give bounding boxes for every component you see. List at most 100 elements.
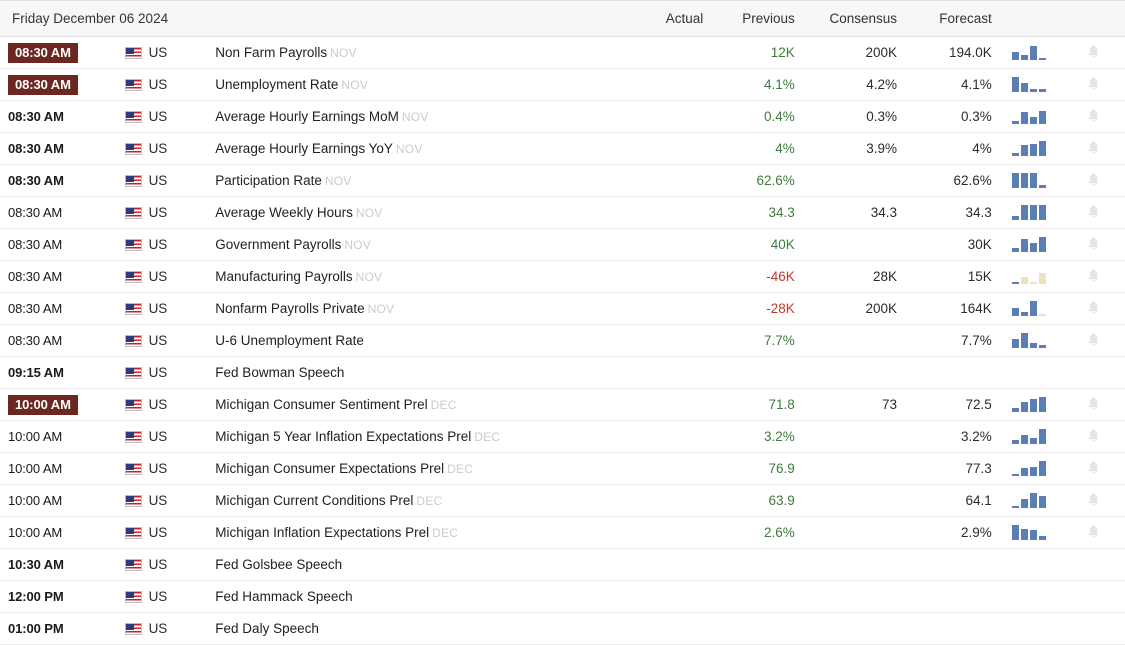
alert-cell[interactable] — [1063, 165, 1125, 197]
sparkline-cell[interactable] — [996, 517, 1063, 549]
alert-cell[interactable] — [1063, 37, 1125, 69]
event-name-cell[interactable]: Fed Daly Speech — [215, 613, 615, 645]
bell-icon[interactable] — [1087, 140, 1100, 155]
table-row[interactable]: 08:30 AMUSUnemployment RateNOV4.1%4.2%4.… — [0, 69, 1125, 101]
bell-icon[interactable] — [1087, 396, 1100, 411]
table-row[interactable]: 10:00 AMUSMichigan Current Conditions Pr… — [0, 485, 1125, 517]
sparkline-cell[interactable] — [996, 293, 1063, 325]
table-row[interactable]: 08:30 AMUSNonfarm Payrolls PrivateNOV-28… — [0, 293, 1125, 325]
column-header-consensus[interactable]: Consensus — [799, 1, 901, 37]
bell-icon[interactable] — [1087, 300, 1100, 315]
country-cell[interactable]: US — [121, 613, 216, 645]
sparkline-cell[interactable] — [996, 69, 1063, 101]
alert-cell[interactable] — [1063, 357, 1125, 389]
table-row[interactable]: 10:00 AMUSMichigan 5 Year Inflation Expe… — [0, 421, 1125, 453]
event-name-cell[interactable]: Government PayrollsNOV — [215, 229, 615, 261]
event-name-cell[interactable]: Non Farm PayrollsNOV — [215, 37, 615, 69]
country-cell[interactable]: US — [121, 197, 216, 229]
event-name-cell[interactable]: Michigan Inflation Expectations PrelDEC — [215, 517, 615, 549]
sparkline-cell[interactable] — [996, 613, 1063, 645]
event-name-cell[interactable]: Michigan Consumer Expectations PrelDEC — [215, 453, 615, 485]
table-row[interactable]: 08:30 AMUSAverage Hourly Earnings MoMNOV… — [0, 101, 1125, 133]
table-row[interactable]: 10:00 AMUSMichigan Inflation Expectation… — [0, 517, 1125, 549]
bell-icon[interactable] — [1087, 204, 1100, 219]
event-name-cell[interactable]: Average Hourly Earnings YoYNOV — [215, 133, 615, 165]
country-cell[interactable]: US — [121, 101, 216, 133]
sparkline-cell[interactable] — [996, 229, 1063, 261]
alert-cell[interactable] — [1063, 325, 1125, 357]
country-cell[interactable]: US — [121, 37, 216, 69]
event-name-cell[interactable]: Average Hourly Earnings MoMNOV — [215, 101, 615, 133]
alert-cell[interactable] — [1063, 293, 1125, 325]
country-cell[interactable]: US — [121, 69, 216, 101]
bell-icon[interactable] — [1087, 172, 1100, 187]
event-name-cell[interactable]: Michigan Current Conditions PrelDEC — [215, 485, 615, 517]
alert-cell[interactable] — [1063, 389, 1125, 421]
bell-icon[interactable] — [1087, 332, 1100, 347]
sparkline-cell[interactable] — [996, 485, 1063, 517]
country-cell[interactable]: US — [121, 133, 216, 165]
country-cell[interactable]: US — [121, 517, 216, 549]
country-cell[interactable]: US — [121, 389, 216, 421]
event-name-cell[interactable]: U-6 Unemployment Rate — [215, 325, 615, 357]
sparkline-cell[interactable] — [996, 165, 1063, 197]
country-cell[interactable]: US — [121, 229, 216, 261]
table-row[interactable]: 08:30 AMUSParticipation RateNOV62.6%62.6… — [0, 165, 1125, 197]
bell-icon[interactable] — [1087, 524, 1100, 539]
sparkline-cell[interactable] — [996, 101, 1063, 133]
bell-icon[interactable] — [1087, 108, 1100, 123]
alert-cell[interactable] — [1063, 197, 1125, 229]
table-row[interactable]: 10:30 AMUSFed Golsbee Speech — [0, 549, 1125, 581]
alert-cell[interactable] — [1063, 101, 1125, 133]
sparkline-cell[interactable] — [996, 133, 1063, 165]
sparkline-cell[interactable] — [996, 197, 1063, 229]
sparkline-cell[interactable] — [996, 325, 1063, 357]
alert-cell[interactable] — [1063, 261, 1125, 293]
sparkline-cell[interactable] — [996, 357, 1063, 389]
table-row[interactable]: 08:30 AMUSAverage Hourly Earnings YoYNOV… — [0, 133, 1125, 165]
sparkline-cell[interactable] — [996, 453, 1063, 485]
sparkline-cell[interactable] — [996, 389, 1063, 421]
table-row[interactable]: 08:30 AMUSU-6 Unemployment Rate7.7%7.7% — [0, 325, 1125, 357]
alert-cell[interactable] — [1063, 549, 1125, 581]
alert-cell[interactable] — [1063, 453, 1125, 485]
table-row[interactable]: 08:30 AMUSGovernment PayrollsNOV40K30K — [0, 229, 1125, 261]
event-name-cell[interactable]: Fed Bowman Speech — [215, 357, 615, 389]
sparkline-cell[interactable] — [996, 261, 1063, 293]
country-cell[interactable]: US — [121, 165, 216, 197]
alert-cell[interactable] — [1063, 517, 1125, 549]
table-row[interactable]: 01:00 PMUSFed Daly Speech — [0, 613, 1125, 645]
table-row[interactable]: 08:30 AMUSManufacturing PayrollsNOV-46K2… — [0, 261, 1125, 293]
sparkline-cell[interactable] — [996, 37, 1063, 69]
sparkline-cell[interactable] — [996, 421, 1063, 453]
country-cell[interactable]: US — [121, 357, 216, 389]
country-cell[interactable]: US — [121, 261, 216, 293]
column-header-actual[interactable]: Actual — [616, 1, 708, 37]
sparkline-cell[interactable] — [996, 549, 1063, 581]
bell-icon[interactable] — [1087, 44, 1100, 59]
alert-cell[interactable] — [1063, 613, 1125, 645]
event-name-cell[interactable]: Average Weekly HoursNOV — [215, 197, 615, 229]
country-cell[interactable]: US — [121, 581, 216, 613]
table-row[interactable]: 12:00 PMUSFed Hammack Speech — [0, 581, 1125, 613]
country-cell[interactable]: US — [121, 325, 216, 357]
event-name-cell[interactable]: Michigan Consumer Sentiment PrelDEC — [215, 389, 615, 421]
country-cell[interactable]: US — [121, 453, 216, 485]
country-cell[interactable]: US — [121, 421, 216, 453]
alert-cell[interactable] — [1063, 421, 1125, 453]
table-row[interactable]: 10:00 AMUSMichigan Consumer Sentiment Pr… — [0, 389, 1125, 421]
column-header-forecast[interactable]: Forecast — [901, 1, 996, 37]
column-header-previous[interactable]: Previous — [707, 1, 799, 37]
event-name-cell[interactable]: Fed Hammack Speech — [215, 581, 615, 613]
event-name-cell[interactable]: Michigan 5 Year Inflation Expectations P… — [215, 421, 615, 453]
alert-cell[interactable] — [1063, 69, 1125, 101]
bell-icon[interactable] — [1087, 428, 1100, 443]
country-cell[interactable]: US — [121, 293, 216, 325]
country-cell[interactable]: US — [121, 485, 216, 517]
bell-icon[interactable] — [1087, 460, 1100, 475]
event-name-cell[interactable]: Manufacturing PayrollsNOV — [215, 261, 615, 293]
bell-icon[interactable] — [1087, 76, 1100, 91]
table-row[interactable]: 09:15 AMUSFed Bowman Speech — [0, 357, 1125, 389]
bell-icon[interactable] — [1087, 268, 1100, 283]
bell-icon[interactable] — [1087, 492, 1100, 507]
